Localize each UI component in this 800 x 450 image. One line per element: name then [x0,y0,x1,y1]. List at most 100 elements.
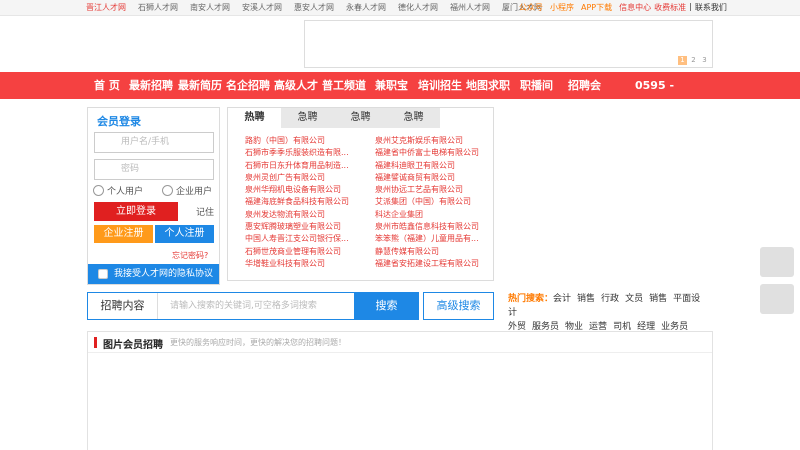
top-right-links: 公众号 小程序 APP下载 信息中心 收费标准 | 联系我们 [519,2,727,13]
wechat-official-link[interactable]: 公众号 [519,2,543,13]
section-header: 图片会员招聘 更快的服务响应时间，更快的解决您的招聘问题！ [88,332,712,353]
jobs-left-column: 路豹（中国）有限公司 石狮市季季乐服装织造有限... 石狮市日东升体育用品制造.… [245,135,357,270]
company-link[interactable]: 福建譬诚商贸有限公司 [375,172,491,184]
pager-dot[interactable]: 3 [700,56,709,65]
jobs-tabs: 热聘 急聘 急聘 急聘 [228,108,440,128]
hot-keyword[interactable]: 行政 [601,294,619,304]
main-nav: 首 页 最新招聘 最新简历 名企招聘 高级人才 普工频道 兼职宝 培训招生 地图… [0,72,800,99]
company-link[interactable]: 泉州协远工艺品有限公司 [375,184,491,196]
nav-latest-resumes[interactable]: 最新简历 [178,72,222,99]
tab-hot[interactable]: 热聘 [228,108,281,128]
separator: | [689,2,692,11]
image-member-section: 图片会员招聘 更快的服务响应时间，更快的解决您的招聘问题！ [87,331,713,450]
site-link[interactable]: 石狮人才网 [138,2,178,13]
company-link[interactable]: 泉州华翔机电设备有限公司 [245,184,357,196]
radio-personal-label: 个人用户 [107,187,144,197]
search-bar: 招聘内容 请输入搜索的关键词,可空格多词搜索 搜索 [87,292,419,320]
checkbox-icon[interactable] [98,269,108,279]
hot-keyword[interactable]: 销售 [649,294,667,304]
company-link[interactable]: 福建省中侨富士电梯有限公司 [375,147,491,159]
login-panel: 会员登录 用户名/手机 密码 个人用户 企业用户 立即登录 记住 企业注册 个人… [87,107,220,285]
privacy-agreement-label: 我接受人才网的隐私协议 [114,269,214,279]
personal-register-button[interactable]: 个人注册 [155,225,214,243]
company-link[interactable]: 泉州发达物流有限公司 [245,209,357,221]
search-input[interactable]: 请输入搜索的关键词,可空格多词搜索 [170,293,317,319]
hot-searches: 热门搜索：会计 销售 行政 文员 销售 平面设计 外贸 服务员 物业 运营 司机 经理 业务员 [508,292,714,334]
site-link[interactable]: 德化人才网 [398,2,438,13]
nav-home[interactable]: 首 页 [94,72,120,99]
float-qr-button[interactable] [760,247,794,277]
pager-dot[interactable]: 1 [678,56,687,65]
site-link[interactable]: 安溪人才网 [242,2,282,13]
company-link[interactable]: 福建科迪眼卫有限公司 [375,160,491,172]
radio-company[interactable]: 企业用户 [162,184,212,197]
username-input[interactable]: 用户名/手机 [94,132,214,153]
mini-program-link[interactable]: 小程序 [550,2,574,13]
hot-searches-label: 热门搜索： [508,294,554,304]
site-link[interactable]: 福州人才网 [450,2,490,13]
hot-keyword[interactable]: 会计 [553,294,571,304]
search-category-select[interactable]: 招聘内容 [88,293,158,319]
contact-us-link[interactable]: 联系我们 [695,2,727,13]
info-center-link[interactable]: 信息中心 [619,2,651,13]
site-link[interactable]: 南安人才网 [190,2,230,13]
company-link[interactable]: 艾派集团（中国）有限公司 [375,196,491,208]
section-title: 图片会员招聘 [103,340,163,351]
radio-personal[interactable]: 个人用户 [93,184,143,197]
hot-keyword[interactable]: 文员 [625,294,643,304]
company-link[interactable]: 石狮市季季乐服装织造有限... [245,147,357,159]
company-link[interactable]: 泉州市皓鑫信息科技有限公司 [375,221,491,233]
nav-job-fair[interactable]: 招聘会 [568,72,601,99]
login-title: 会员登录 [97,115,141,128]
company-link[interactable]: 石狮市日东升体育用品制造... [245,160,357,172]
section-subtitle: 更快的服务响应时间，更快的解决您的招聘问题！ [170,338,346,347]
advanced-search-button[interactable]: 高级搜索 [423,292,494,320]
tab-urgent[interactable]: 急聘 [387,108,440,128]
tab-urgent[interactable]: 急聘 [281,108,334,128]
company-link[interactable]: 石狮世茂商业管理有限公司 [245,246,357,258]
company-link[interactable]: 中国人寿晋江支公司银行保... [245,233,357,245]
site-link[interactable]: 永春人才网 [346,2,386,13]
company-register-button[interactable]: 企业注册 [94,225,153,243]
banner-ad[interactable]: 1 2 3 [304,20,713,68]
nav-latest-jobs[interactable]: 最新招聘 [129,72,173,99]
login-button[interactable]: 立即登录 [94,202,178,221]
site-link[interactable]: 晋江人才网 [86,2,126,13]
site-link[interactable]: 惠安人才网 [294,2,334,13]
nav-training[interactable]: 培训招生 [418,72,462,99]
pager-dot[interactable]: 2 [689,56,698,65]
tab-urgent[interactable]: 急聘 [334,108,387,128]
phone-number: 0595 - [635,79,675,92]
company-link[interactable]: 惠安辉腾玻璃塑业有限公司 [245,221,357,233]
top-bar: 晋江人才网 石狮人才网 南安人才网 安溪人才网 惠安人才网 永春人才网 德化人才… [0,0,800,16]
nav-map-search[interactable]: 地图求职 [466,72,510,99]
hot-keyword[interactable]: 销售 [577,294,595,304]
remember-me[interactable]: 记住 [196,205,214,218]
company-link[interactable]: 华增鞋业科技有限公司 [245,258,357,270]
company-link[interactable]: 福建省安拓建设工程有限公司 [375,258,491,270]
banner-pager: 1 2 3 [678,56,709,65]
hot-jobs-panel: 热聘 急聘 急聘 急聘 路豹（中国）有限公司 石狮市季季乐服装织造有限... 石… [227,107,494,281]
forgot-password-link[interactable]: 忘记密码? [172,250,208,261]
radio-circle-icon [162,185,173,196]
company-link[interactable]: 泉州艾克斯娱乐有限公司 [375,135,491,147]
float-top-button[interactable] [760,284,794,314]
nav-worker-channel[interactable]: 普工频道 [322,72,366,99]
nav-famous-companies[interactable]: 名企招聘 [226,72,270,99]
nav-senior-talent[interactable]: 高级人才 [274,72,318,99]
fee-standard-link[interactable]: 收费标准 [654,2,686,13]
company-link[interactable]: 科达企业集团 [375,209,491,221]
privacy-agreement[interactable]: 我接受人才网的隐私协议 [88,264,219,284]
company-link[interactable]: 泉州灵创广告有限公司 [245,172,357,184]
company-link[interactable]: 福建海底鲜食品科技有限公司 [245,196,357,208]
company-link[interactable]: 静慧传媒有限公司 [375,246,491,258]
nav-part-time[interactable]: 兼职宝 [375,72,408,99]
search-button[interactable]: 搜索 [354,293,419,319]
password-input[interactable]: 密码 [94,159,214,180]
radio-company-label: 企业用户 [176,187,213,197]
app-download-link[interactable]: APP下载 [581,2,612,13]
site-links: 晋江人才网 石狮人才网 南安人才网 安溪人才网 惠安人才网 永春人才网 德化人才… [86,2,542,13]
company-link[interactable]: 笨笨熊（福建）儿童用品有... [375,233,491,245]
company-link[interactable]: 路豹（中国）有限公司 [245,135,357,147]
nav-live-room[interactable]: 职播间 [520,72,553,99]
